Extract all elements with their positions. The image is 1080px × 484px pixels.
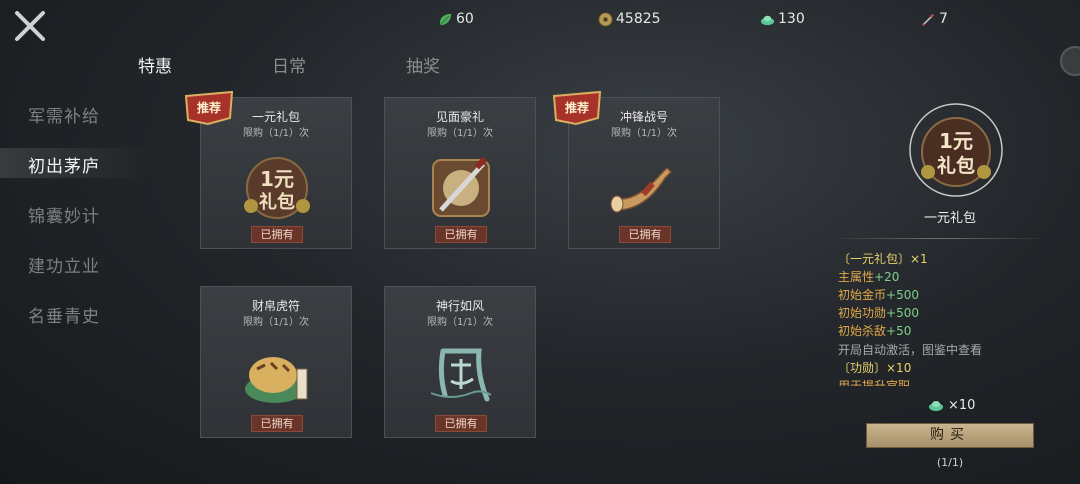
card-limit: 限购（1/1）次	[242, 128, 310, 139]
recommend-label: 推荐	[565, 100, 589, 115]
detail-line: 〔功勋〕×10	[838, 361, 912, 375]
detail-line: 开局自动激活，图鉴中查看	[838, 343, 983, 357]
shop-card-welcome-gift[interactable]: 见面豪礼 限购（1/1）次 已拥有	[384, 97, 536, 249]
shop-card-tiger-tally[interactable]: 财帛虎符 限购（1/1）次 已拥有	[200, 286, 352, 438]
green-ingot-icon	[929, 401, 943, 411]
war-horn-icon	[610, 166, 673, 213]
resource-coin: 45825	[598, 8, 661, 30]
detail-line: 用于提升官职	[838, 379, 911, 386]
sidebar-item-merit[interactable]: 建功立业	[28, 252, 100, 277]
jade-leaf-icon	[439, 13, 452, 25]
one-yuan-pack-icon: 1元 礼包	[244, 157, 310, 219]
owned-badge: 已拥有	[251, 226, 303, 243]
detail-divider	[840, 238, 1040, 239]
sword-medal-icon	[432, 156, 490, 217]
detail-line: 初始杀敌+50	[838, 324, 912, 338]
tab-bar: 特惠 日常 抽奖	[0, 52, 1080, 80]
recommend-ribbon: 推荐	[184, 90, 234, 126]
tab-daily[interactable]: 日常	[272, 52, 306, 77]
buy-limit-count: (1/1)	[936, 456, 964, 469]
recommend-label: 推荐	[197, 100, 221, 115]
tab-special[interactable]: 特惠	[138, 52, 172, 77]
recommend-ribbon: 推荐	[552, 90, 602, 126]
card-title: 见面豪礼	[435, 110, 484, 124]
sidebar-item-strategy[interactable]: 锦囊妙计	[28, 202, 100, 227]
wind-calligraphy-icon	[430, 348, 492, 402]
sidebar-item-legacy[interactable]: 名垂青史	[28, 302, 100, 327]
detail-item-name: 一元礼包	[923, 211, 976, 226]
tab-lottery[interactable]: 抽奖	[406, 52, 440, 77]
buy-button[interactable]: 购买	[866, 423, 1034, 448]
svg-text:礼包: 礼包	[259, 191, 295, 213]
coin-icon	[598, 11, 613, 27]
resource-value: 130	[778, 11, 805, 27]
shop-card-swift-wind[interactable]: 神行如风 限购（1/1）次 已拥有	[384, 286, 536, 438]
card-title: 财帛虎符	[251, 299, 300, 313]
price-tag: ×10	[928, 396, 975, 414]
card-title: 神行如风	[435, 299, 484, 313]
owned-badge: 已拥有	[435, 415, 487, 432]
green-ingot-icon	[760, 15, 775, 25]
card-limit: 限购（1/1）次	[426, 128, 494, 139]
detail-item-badge: 1元 礼包	[909, 103, 1003, 197]
tiger-tally-icon	[245, 357, 308, 403]
owned-badge: 已拥有	[435, 226, 487, 243]
owned-badge: 已拥有	[619, 226, 671, 243]
detail-line: 主属性+20	[838, 270, 900, 284]
badge-line-2: 礼包	[937, 154, 975, 177]
card-limit: 限购（1/1）次	[242, 317, 310, 328]
price-value: ×10	[948, 397, 976, 413]
card-limit: 限购（1/1）次	[610, 128, 678, 139]
detail-line: 〔一元礼包〕×1	[838, 252, 928, 266]
resource-ingot: 130	[760, 8, 805, 30]
sidebar-item-beginner[interactable]: 初出茅庐	[28, 152, 100, 177]
card-limit: 限购（1/1）次	[426, 317, 494, 328]
owned-badge: 已拥有	[251, 415, 303, 432]
detail-line: 初始功勋+500	[838, 306, 919, 320]
resource-value: 45825	[616, 11, 661, 27]
resource-arrow: 7	[921, 8, 948, 30]
resource-value: 7	[939, 11, 948, 27]
resource-bar: 60 45825 130 7	[0, 8, 1080, 32]
badge-line-1: 1元	[939, 129, 973, 153]
resource-jade: 60	[438, 8, 474, 30]
sidebar-item-supply[interactable]: 军需补给	[28, 102, 100, 127]
arrow-icon	[922, 13, 934, 26]
resource-value: 60	[456, 11, 474, 27]
detail-line: 初始金币+500	[838, 288, 919, 302]
svg-text:1元: 1元	[260, 167, 294, 191]
